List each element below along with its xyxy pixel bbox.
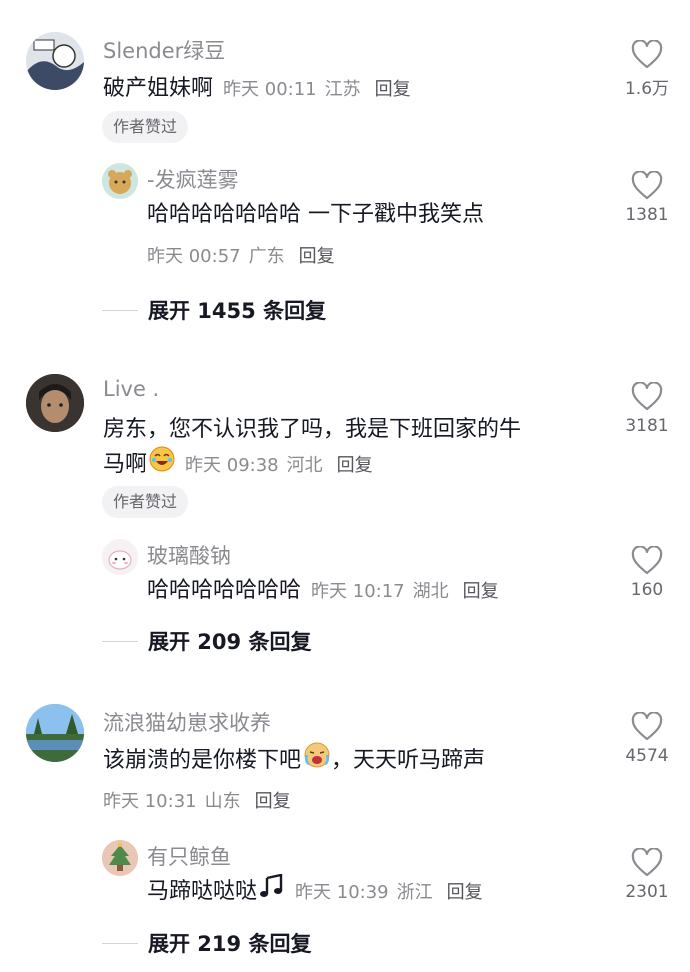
reply-button[interactable]: 回复 xyxy=(463,581,499,602)
avatar[interactable] xyxy=(26,374,84,432)
reply-location: 湖北 xyxy=(412,581,449,602)
like-button[interactable]: 2301 xyxy=(617,848,677,902)
comment-username[interactable]: Live . xyxy=(103,377,159,401)
reply-button[interactable]: 回复 xyxy=(255,791,291,812)
reply-time: 昨天 00:57 xyxy=(147,246,241,267)
divider xyxy=(102,942,138,944)
avatar[interactable] xyxy=(26,704,84,762)
avatar[interactable] xyxy=(102,840,138,876)
reply-username[interactable]: -发疯莲雾 xyxy=(147,164,239,194)
like-button[interactable]: 160 xyxy=(617,546,677,600)
like-button[interactable]: 1.6万 xyxy=(617,40,677,99)
comment-time: 昨天 10:31 xyxy=(103,791,197,812)
reply-button[interactable]: 回复 xyxy=(375,79,411,100)
expand-replies-label: 展开 209 条回复 xyxy=(148,630,312,654)
author-liked-badge: 作者赞过 xyxy=(102,486,189,518)
comment-text-part1: 该崩溃的是你楼下吧 xyxy=(103,748,302,773)
comment-time: 昨天 09:38 xyxy=(185,455,279,476)
comment-location: 山东 xyxy=(204,791,241,812)
comment-location: 河北 xyxy=(286,455,323,476)
like-count: 3181 xyxy=(625,416,669,436)
reply-text-content: 哈哈哈哈哈哈哈 xyxy=(147,578,302,603)
reply-meta: 昨天 00:57 广东 回复 xyxy=(147,242,335,268)
like-count: 1.6万 xyxy=(624,79,670,99)
heart-icon xyxy=(631,40,663,69)
like-button[interactable]: 4574 xyxy=(617,712,677,766)
like-count: 1381 xyxy=(625,205,669,225)
divider xyxy=(102,640,138,642)
reply-text-content: 马蹄哒哒哒 xyxy=(147,879,258,904)
heart-icon xyxy=(631,171,663,200)
comment-text: 该崩溃的是你楼下吧 ，天天听马蹄声 xyxy=(103,742,485,780)
laughing-emoji-icon xyxy=(149,446,175,484)
reply-text: 马蹄哒哒哒 昨天 10:39 浙江 回复 xyxy=(147,873,483,911)
heart-icon xyxy=(631,382,663,411)
comment-text-line1: 房东，您不认识我了吗，我是下班回家的牛 xyxy=(103,417,522,442)
reply-button[interactable]: 回复 xyxy=(299,246,335,267)
reply-text: 哈哈哈哈哈哈哈 昨天 10:17 湖北 回复 xyxy=(147,573,499,610)
expand-replies-button[interactable]: 展开 209 条回复 xyxy=(102,626,311,656)
comment-meta: 昨天 10:31 山东 回复 xyxy=(103,787,291,813)
author-liked-badge: 作者赞过 xyxy=(102,111,189,143)
comment-text-content: 破产姐妹啊 xyxy=(103,76,214,101)
expand-replies-button[interactable]: 展开 219 条回复 xyxy=(102,928,311,958)
comment-location: 江苏 xyxy=(324,79,361,100)
expand-replies-label: 展开 219 条回复 xyxy=(148,932,312,956)
reply-location: 广东 xyxy=(248,246,285,267)
like-button[interactable]: 1381 xyxy=(617,171,677,225)
like-count: 4574 xyxy=(625,746,669,766)
reply-username[interactable]: 玻璃酸钠 xyxy=(147,540,231,570)
heart-icon xyxy=(631,546,663,575)
avatar[interactable] xyxy=(102,539,138,575)
comment-text: 破产姐妹啊 昨天 00:11 江苏 回复 xyxy=(103,71,411,108)
divider xyxy=(102,309,138,311)
reply-text: 哈哈哈哈哈哈哈 一下子戳中我笑点 xyxy=(147,202,484,227)
heart-icon xyxy=(631,848,663,877)
comment-text-line2: 马啊 xyxy=(103,452,148,477)
reply-time: 昨天 10:39 xyxy=(295,882,389,903)
comment-text: 马啊 昨天 09:38 河北 回复 xyxy=(103,446,373,484)
reply-button[interactable]: 回复 xyxy=(447,882,483,903)
like-count: 2301 xyxy=(625,882,669,902)
reply-location: 浙江 xyxy=(396,882,433,903)
expand-replies-label: 展开 1455 条回复 xyxy=(148,299,327,323)
like-count: 160 xyxy=(630,580,664,600)
comment-time: 昨天 00:11 xyxy=(223,79,317,100)
reply-time: 昨天 10:17 xyxy=(311,581,405,602)
heart-icon xyxy=(631,712,663,741)
avatar[interactable] xyxy=(102,163,138,199)
expand-replies-button[interactable]: 展开 1455 条回复 xyxy=(102,295,326,325)
music-note-icon xyxy=(259,873,285,910)
like-button[interactable]: 3181 xyxy=(617,382,677,436)
comment-username[interactable]: Slender绿豆 xyxy=(103,35,225,65)
crying-emoji-icon xyxy=(303,742,331,780)
reply-button[interactable]: 回复 xyxy=(337,455,373,476)
reply-username[interactable]: 有只鲸鱼 xyxy=(147,841,231,871)
comment-username[interactable]: 流浪猫幼崽求收养 xyxy=(103,707,271,737)
comment-text-part2: ，天天听马蹄声 xyxy=(331,748,486,773)
avatar[interactable] xyxy=(26,32,84,90)
